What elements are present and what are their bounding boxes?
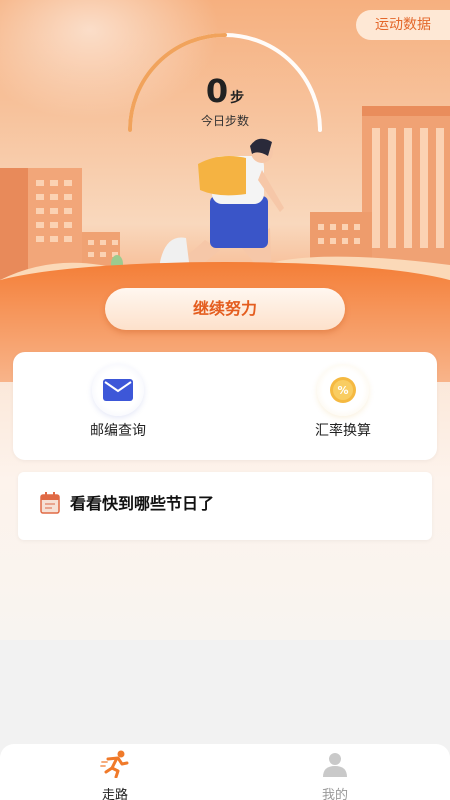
hero-section: 运动数据 0步 今日步数 继续努力: [0, 0, 450, 640]
user-icon: [323, 753, 347, 777]
tab-mine[interactable]: 我的: [295, 750, 375, 800]
calendar-icon: [40, 492, 60, 514]
tab-label-walk: 走路: [101, 788, 128, 800]
tool-zipcode-query[interactable]: 邮编查询: [58, 364, 178, 440]
holiday-text: 看看快到哪些节日了: [70, 494, 215, 513]
tool-exchange-rate[interactable]: % 汇率换算: [283, 364, 403, 440]
envelope-icon: [103, 379, 133, 401]
envelope-icon-wrap: [92, 364, 144, 416]
tab-label-mine: 我的: [321, 788, 348, 800]
continue-button[interactable]: 继续努力: [105, 288, 345, 330]
holiday-card[interactable]: 看看快到哪些节日了: [18, 472, 432, 540]
tab-walk[interactable]: 走路: [75, 750, 155, 800]
percent-coin-icon-wrap: %: [317, 364, 369, 416]
sport-data-button[interactable]: 运动数据: [356, 10, 450, 40]
svg-text:%: %: [337, 384, 348, 397]
running-icon: [100, 750, 129, 779]
bottom-tab-bar: 走路 我的: [0, 744, 450, 800]
tool-label-exchange: 汇率换算: [315, 423, 371, 439]
tool-label-zipcode: 邮编查询: [90, 423, 146, 439]
percent-coin-icon: %: [330, 377, 356, 403]
tools-card: 邮编查询 % 汇率换算: [13, 352, 437, 460]
